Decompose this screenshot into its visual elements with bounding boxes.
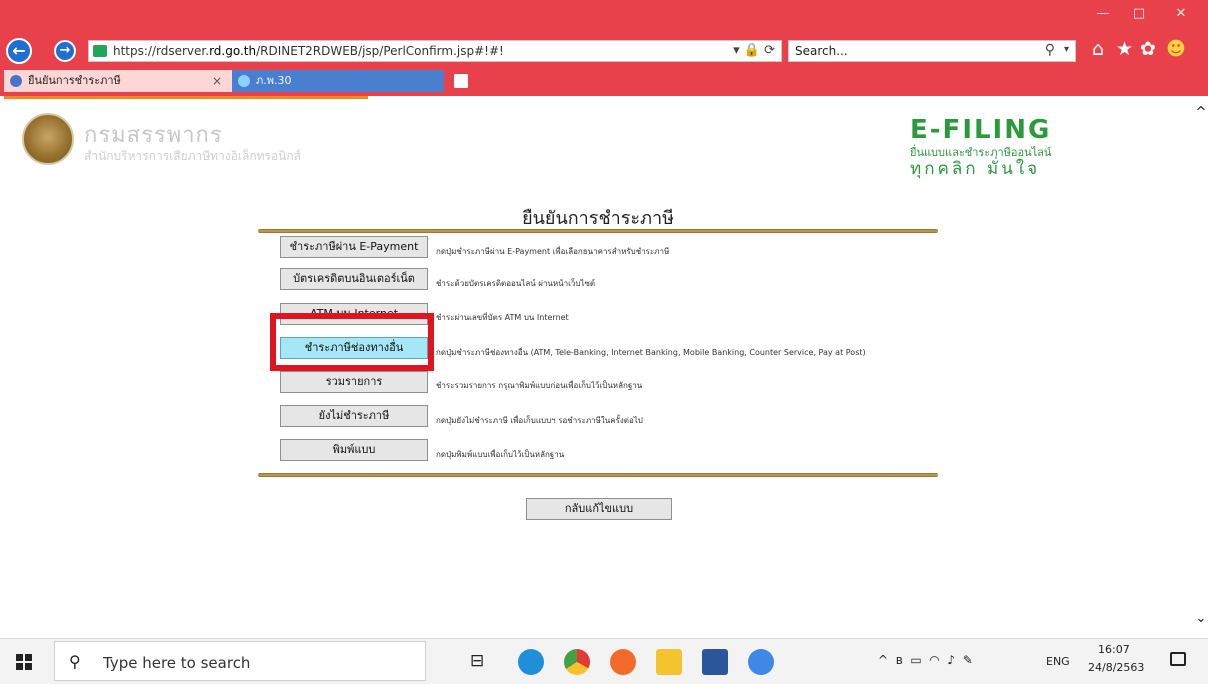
close-tab-icon[interactable]: × (212, 70, 222, 92)
address-url[interactable]: https://rdserver.rd.go.th/RDINET2RDWEB/j… (113, 44, 504, 58)
forward-arrow-icon[interactable]: → (54, 40, 76, 62)
pen-icon[interactable]: ✎ (963, 653, 973, 667)
back-arrow-icon[interactable]: ← (6, 38, 32, 64)
combine-items-description: ชำระรวมรายการ กรุณาพิมพ์แบบก่อนเพื่อเก็บ… (436, 381, 643, 390)
chevron-down-icon[interactable]: ▾ (1064, 44, 1069, 55)
address-tools: ▾ 🔒 ⟳ (733, 43, 775, 58)
new-tab-icon[interactable] (454, 74, 468, 88)
chrome-browser-icon[interactable] (564, 649, 590, 675)
search-icon[interactable]: ⚲ (1045, 42, 1055, 58)
minimize-button[interactable]: — (1088, 6, 1118, 21)
volume-icon[interactable]: ♪ (947, 653, 955, 667)
tab-pp30[interactable]: ภ.พ.30 (232, 70, 444, 92)
tab-title: ภ.พ.30 (256, 74, 292, 87)
home-icon[interactable]: ⌂ (1092, 38, 1104, 60)
input-language[interactable]: ENG (1046, 655, 1070, 668)
lock-icon[interactable]: 🔒 (744, 43, 760, 58)
other-channel-description: กดปุ่มชำระภาษีช่องทางอื่น (ATM, Tele-Ban… (436, 348, 866, 357)
tab-title: ยืนยันการชำระภาษี (28, 74, 121, 87)
notification-center-icon[interactable] (1170, 652, 1186, 666)
favorites-star-icon[interactable]: ★ (1116, 38, 1133, 60)
word-app-icon[interactable] (702, 649, 728, 675)
back-edit-form-button[interactable]: กลับแก้ไขแบบ (526, 498, 672, 520)
revenue-department-seal-logo (22, 113, 74, 165)
site-favicon-icon (93, 45, 107, 57)
settings-gear-icon[interactable]: ✿ (1140, 38, 1156, 60)
ie-favicon-icon (238, 75, 250, 87)
print-form-description: กดปุ่มพิมพ์แบบเพื่อเก็บไว้เป็นหลักฐาน (436, 450, 565, 459)
bluetooth-icon[interactable]: ʙ (896, 653, 903, 667)
windows-taskbar: ⚲ Type here to search ⊟ ^ ʙ ▭ ◠ ♪ ✎ ENG … (0, 638, 1208, 684)
taskbar-search-box[interactable]: ⚲ Type here to search (54, 641, 426, 681)
divider-bottom (258, 473, 938, 477)
efiling-logo-tagline: ทุกคลิก มั่นใจ (910, 159, 1041, 179)
scroll-down-icon[interactable]: ⌄ (1194, 611, 1208, 626)
url-domain: rd.go.th (209, 44, 257, 58)
maximize-button[interactable]: □ (1124, 6, 1154, 21)
browser-search-input[interactable]: Search... (795, 44, 848, 58)
firefox-browser-icon[interactable] (610, 649, 636, 675)
atm-internet-description: ชำระผ่านเลขที่บัตร ATM บน Internet (436, 313, 569, 322)
credit-card-button[interactable]: บัตรเครดิตบนอินเตอร์เน็ต (280, 268, 428, 290)
taskbar-search-input[interactable]: Type here to search (103, 654, 250, 672)
browser-search-box[interactable]: Search... ⚲ ▾ (788, 40, 1076, 62)
tab-confirm-payment[interactable]: ยืนยันการชำระภาษี × (4, 70, 232, 92)
file-explorer-icon[interactable] (656, 649, 682, 675)
credit-card-description: ชำระด้วยบัตรเครดิตออนไลน์ ผ่านหน้าเว็บไซ… (436, 279, 596, 288)
clock-date[interactable]: 24/8/2563 (1088, 661, 1144, 674)
system-tray: ^ ʙ ▭ ◠ ♪ ✎ (878, 653, 973, 667)
page-content: กรมสรรพากร สำนักบริหารการเสียภาษีทางอิเล… (0, 99, 1194, 638)
task-view-icon[interactable]: ⊟ (470, 651, 484, 671)
tab-favicon-icon (10, 75, 22, 87)
url-prefix: https://rdserver. (113, 44, 210, 58)
rd-subtitle: สำนักบริหารการเสียภาษีทางอิเล็กทรอนิกส์ (84, 149, 301, 163)
clock-time[interactable]: 16:07 (1098, 643, 1130, 656)
close-window-button[interactable]: ✕ (1166, 6, 1196, 21)
search-icon: ⚲ (69, 652, 81, 671)
internet-explorer-icon[interactable] (748, 649, 774, 675)
dropdown-icon[interactable]: ▾ (733, 43, 740, 58)
efiling-logo-title: E-FILING (910, 115, 1052, 145)
scroll-up-icon[interactable]: ^ (1194, 105, 1208, 120)
pay-later-button[interactable]: ยังไม่ชำระภาษี (280, 405, 428, 427)
url-path: /RDINET2RDWEB/jsp/PerlConfirm.jsp#!#! (256, 44, 504, 58)
wifi-icon[interactable]: ◠ (929, 653, 939, 667)
highlight-annotation-box (270, 313, 434, 371)
vertical-scrollbar[interactable]: ^ ⌄ (1194, 99, 1208, 638)
refresh-icon[interactable]: ⟳ (764, 43, 775, 58)
show-hidden-icons-icon[interactable]: ^ (878, 653, 888, 667)
print-form-button[interactable]: พิมพ์แบบ (280, 439, 428, 461)
combine-items-button[interactable]: รวมรายการ (280, 371, 428, 393)
address-bar[interactable]: https://rdserver.rd.go.th/RDINET2RDWEB/j… (88, 40, 782, 62)
divider-top (258, 229, 938, 233)
pay-later-description: กดปุ่มยังไม่ชำระภาษี เพื่อเก็บแบบฯ รอชำร… (436, 416, 643, 425)
battery-icon[interactable]: ▭ (910, 653, 921, 667)
windows-start-icon[interactable] (16, 654, 32, 670)
edge-browser-icon[interactable] (518, 649, 544, 675)
epayment-description: กดปุ่มชำระภาษีผ่าน E-Payment เพื่อเลือกธ… (436, 247, 670, 256)
smiley-feedback-icon[interactable]: ☻ (1166, 38, 1186, 60)
browser-title-bar: — □ ✕ ← → https://rdserver.rd.go.th/RDIN… (0, 0, 1208, 66)
epayment-button[interactable]: ชำระภาษีผ่าน E-Payment (280, 236, 428, 258)
tab-bar: ยืนยันการชำระภาษี × ภ.พ.30 (0, 66, 1208, 96)
page-title: ยืนยันการชำระภาษี (522, 208, 674, 229)
